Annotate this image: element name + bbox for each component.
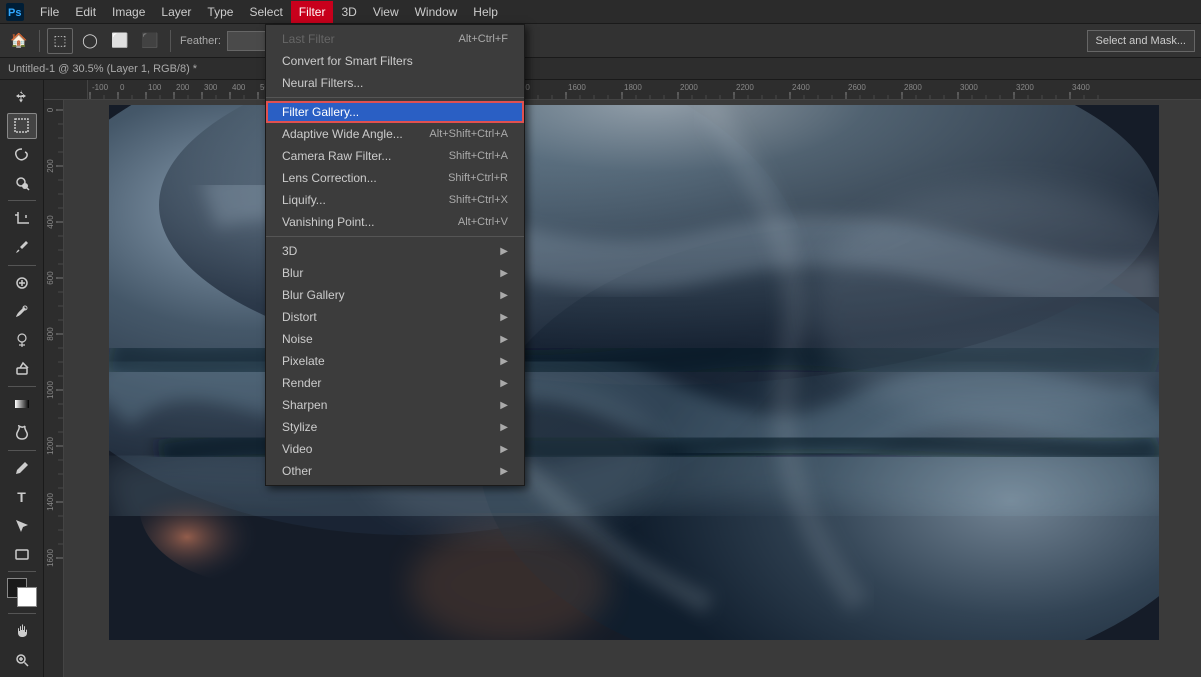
pixelate-arrow: ▶ (500, 356, 508, 367)
sharpen-arrow: ▶ (500, 400, 508, 411)
liquify-label: Liquify... (282, 193, 326, 207)
other-label: Other (282, 464, 312, 478)
video-label: Video (282, 442, 312, 456)
blur-gallery-arrow: ▶ (500, 290, 508, 301)
filter-gallery[interactable]: Filter Gallery... (266, 101, 524, 123)
lens-correction-label: Lens Correction... (282, 171, 377, 185)
filter-vanishing-point[interactable]: Vanishing Point... Alt+Ctrl+V (266, 211, 524, 233)
filter-blur[interactable]: Blur ▶ (266, 262, 524, 284)
render-arrow: ▶ (500, 378, 508, 389)
filter-pixelate[interactable]: Pixelate ▶ (266, 350, 524, 372)
blur-arrow: ▶ (500, 268, 508, 279)
filter-last-filter[interactable]: Last Filter Alt+Ctrl+F (266, 28, 524, 50)
adaptive-wide-shortcut: Alt+Shift+Ctrl+A (429, 128, 508, 140)
noise-label: Noise (282, 332, 313, 346)
liquify-shortcut: Shift+Ctrl+X (449, 194, 508, 206)
last-filter-shortcut: Alt+Ctrl+F (458, 33, 508, 45)
sharpen-label: Sharpen (282, 398, 327, 412)
adaptive-wide-label: Adaptive Wide Angle... (282, 127, 403, 141)
video-arrow: ▶ (500, 444, 508, 455)
stylize-arrow: ▶ (500, 422, 508, 433)
noise-arrow: ▶ (500, 334, 508, 345)
vanishing-point-shortcut: Alt+Ctrl+V (458, 216, 508, 228)
filter-gallery-label: Filter Gallery... (282, 105, 359, 119)
camera-raw-label: Camera Raw Filter... (282, 149, 391, 163)
render-label: Render (282, 376, 321, 390)
vanishing-point-label: Vanishing Point... (282, 215, 375, 229)
filter-render[interactable]: Render ▶ (266, 372, 524, 394)
filter-menu-section-1: Last Filter Alt+Ctrl+F Convert for Smart… (266, 25, 524, 98)
filter-sharpen[interactable]: Sharpen ▶ (266, 394, 524, 416)
filter-blur-gallery[interactable]: Blur Gallery ▶ (266, 284, 524, 306)
filter-neural[interactable]: Neural Filters... (266, 72, 524, 94)
filter-menu-section-3: 3D ▶ Blur ▶ Blur Gallery ▶ Distort ▶ Noi… (266, 237, 524, 485)
filter-other[interactable]: Other ▶ (266, 460, 524, 482)
neural-label: Neural Filters... (282, 76, 363, 90)
filter-convert-smart[interactable]: Convert for Smart Filters (266, 50, 524, 72)
stylize-label: Stylize (282, 420, 317, 434)
filter-3d-label: 3D (282, 244, 297, 258)
distort-label: Distort (282, 310, 317, 324)
dropdown-overlay: Last Filter Alt+Ctrl+F Convert for Smart… (0, 0, 1201, 677)
camera-raw-shortcut: Shift+Ctrl+A (449, 150, 508, 162)
filter-camera-raw[interactable]: Camera Raw Filter... Shift+Ctrl+A (266, 145, 524, 167)
filter-lens-correction[interactable]: Lens Correction... Shift+Ctrl+R (266, 167, 524, 189)
filter-adaptive-wide[interactable]: Adaptive Wide Angle... Alt+Shift+Ctrl+A (266, 123, 524, 145)
distort-arrow: ▶ (500, 312, 508, 323)
filter-menu-section-2: Filter Gallery... Adaptive Wide Angle...… (266, 98, 524, 237)
filter-menu: Last Filter Alt+Ctrl+F Convert for Smart… (265, 24, 525, 486)
pixelate-label: Pixelate (282, 354, 325, 368)
filter-3d[interactable]: 3D ▶ (266, 240, 524, 262)
last-filter-label: Last Filter (282, 32, 335, 46)
filter-noise[interactable]: Noise ▶ (266, 328, 524, 350)
blur-label: Blur (282, 266, 303, 280)
filter-video[interactable]: Video ▶ (266, 438, 524, 460)
lens-correction-shortcut: Shift+Ctrl+R (448, 172, 508, 184)
convert-smart-label: Convert for Smart Filters (282, 54, 413, 68)
filter-liquify[interactable]: Liquify... Shift+Ctrl+X (266, 189, 524, 211)
filter-distort[interactable]: Distort ▶ (266, 306, 524, 328)
blur-gallery-label: Blur Gallery (282, 288, 345, 302)
filter-stylize[interactable]: Stylize ▶ (266, 416, 524, 438)
filter-3d-arrow: ▶ (500, 246, 508, 257)
other-arrow: ▶ (500, 466, 508, 477)
